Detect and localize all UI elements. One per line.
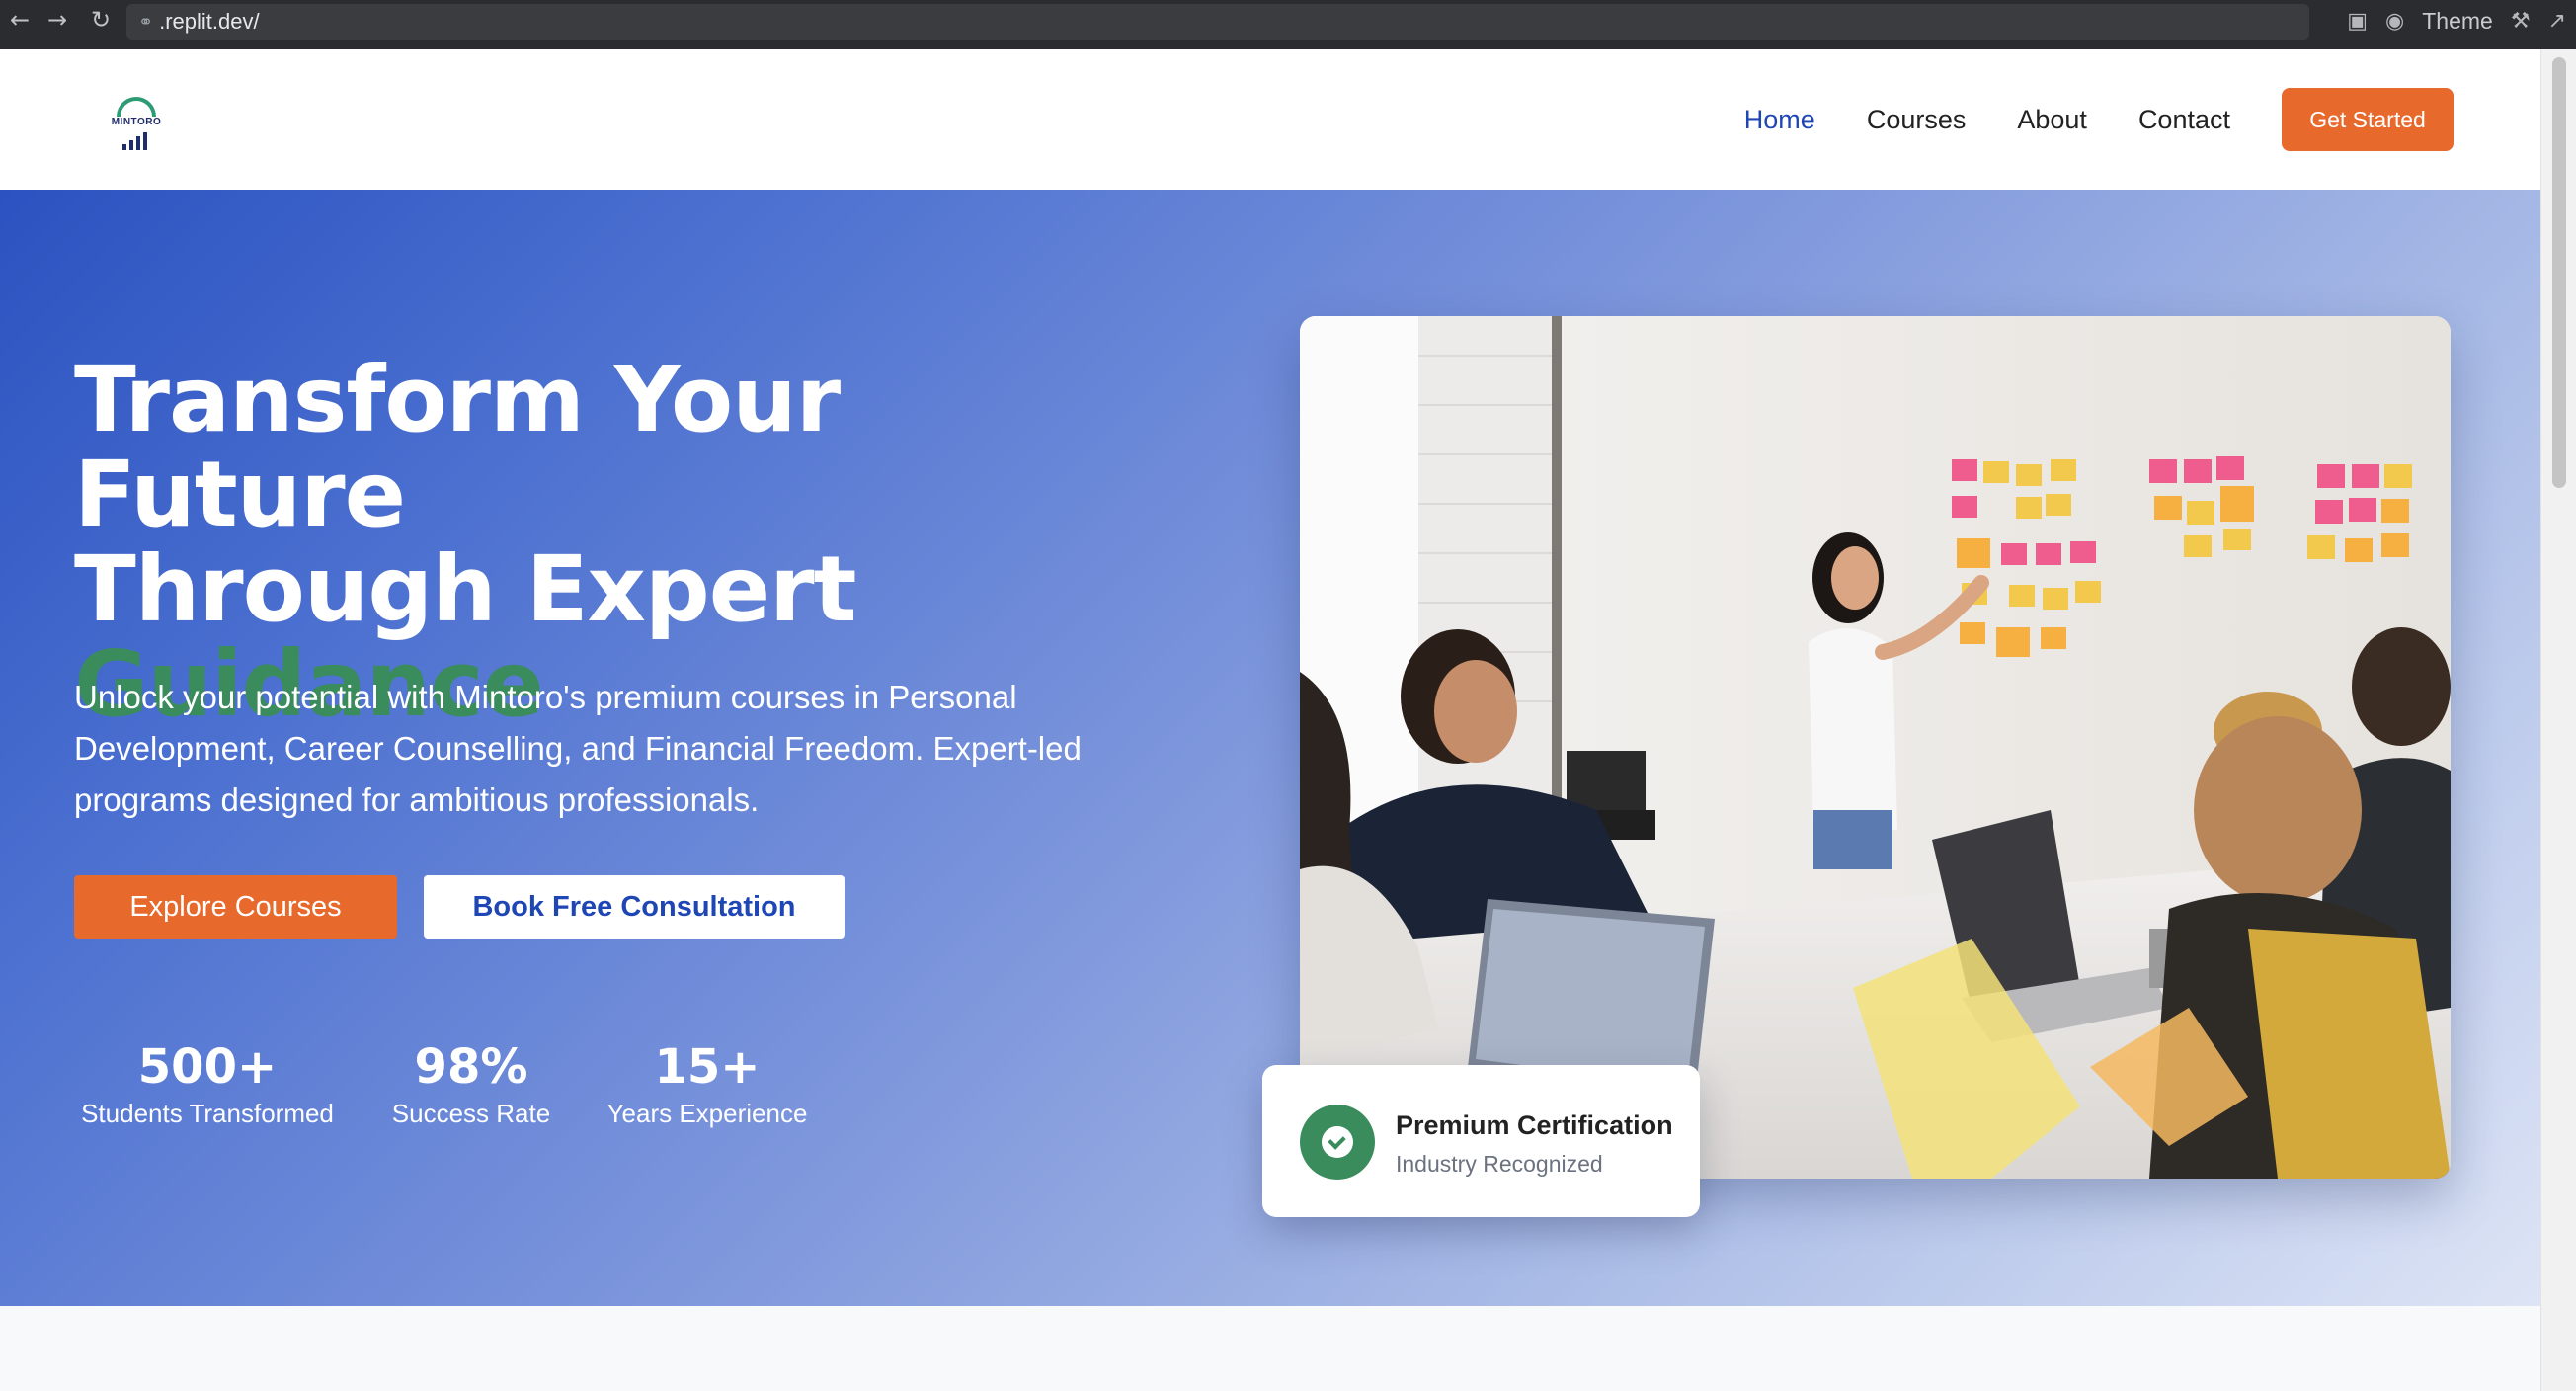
stat-experience: 15+ Years Experience — [602, 1039, 813, 1130]
logo-arc — [117, 97, 156, 117]
hero-title-line1: Transform Your Future — [74, 347, 841, 547]
certification-subtitle: Industry Recognized — [1396, 1151, 1603, 1177]
stat-label: Students Transformed — [81, 1099, 334, 1128]
stat-label: Years Experience — [606, 1099, 808, 1128]
stat-students: 500+ Students Transformed — [74, 1039, 341, 1130]
hero-classroom-image — [1300, 316, 2451, 1179]
stat-value: 500+ — [137, 1039, 278, 1095]
nav-about[interactable]: About — [2017, 105, 2087, 135]
hero-title-line2: Through Expert — [74, 536, 857, 642]
hero-description: Unlock your potential with Mintoro's pre… — [74, 679, 1082, 818]
stat-label: Success Rate — [391, 1099, 551, 1128]
nav-courses[interactable]: Courses — [1867, 105, 1967, 135]
certification-title: Premium Certification — [1396, 1110, 1673, 1140]
theme-button[interactable]: Theme — [2422, 8, 2493, 35]
next-section — [0, 1306, 2540, 1391]
open-external-icon[interactable]: ↗ — [2548, 9, 2566, 34]
mintoro-logo[interactable]: MINTORO — [105, 91, 168, 154]
check-badge-icon — [1300, 1105, 1375, 1180]
nav-home[interactable]: Home — [1744, 105, 1815, 135]
hero-section: Transform Your Future Through Expert Gui… — [0, 190, 2540, 1306]
explore-courses-button[interactable]: Explore Courses — [74, 875, 397, 939]
main-nav: Home Courses About Contact Get Started — [1693, 49, 2540, 190]
forward-icon[interactable]: → — [38, 0, 77, 40]
stat-value: 15+ — [654, 1039, 761, 1095]
get-started-button[interactable]: Get Started — [2282, 88, 2454, 151]
link-icon: ⚭ — [138, 11, 154, 33]
certification-card: Premium Certification Industry Recognize… — [1262, 1065, 1700, 1217]
page-scrollbar[interactable] — [2540, 49, 2576, 1391]
book-consultation-button[interactable]: Book Free Consultation — [424, 875, 845, 939]
stat-value: 98% — [414, 1039, 528, 1095]
stat-success-rate: 98% Success Rate — [388, 1039, 554, 1130]
devices-icon[interactable]: ▣ — [2347, 9, 2368, 34]
browser-toolbar: ← → ↻ ⚭ .replit.dev/ ▣ ◉ Theme ⚒ ↗ — [0, 0, 2576, 49]
url-text: .replit.dev/ — [159, 9, 260, 34]
logo-bars — [122, 132, 150, 150]
wrench-icon[interactable]: ⚒ — [2511, 9, 2531, 34]
reload-icon[interactable]: ↻ — [81, 0, 121, 40]
palette-icon[interactable]: ◉ — [2385, 9, 2404, 34]
scrollbar-thumb[interactable] — [2552, 57, 2566, 488]
back-icon[interactable]: ← — [0, 0, 40, 40]
logo-text: MINTORO — [111, 117, 162, 127]
site-header: MINTORO Home Courses About Contact Get S… — [0, 49, 2540, 190]
nav-contact[interactable]: Contact — [2138, 105, 2230, 135]
address-bar[interactable]: ⚭ .replit.dev/ — [126, 4, 2309, 40]
